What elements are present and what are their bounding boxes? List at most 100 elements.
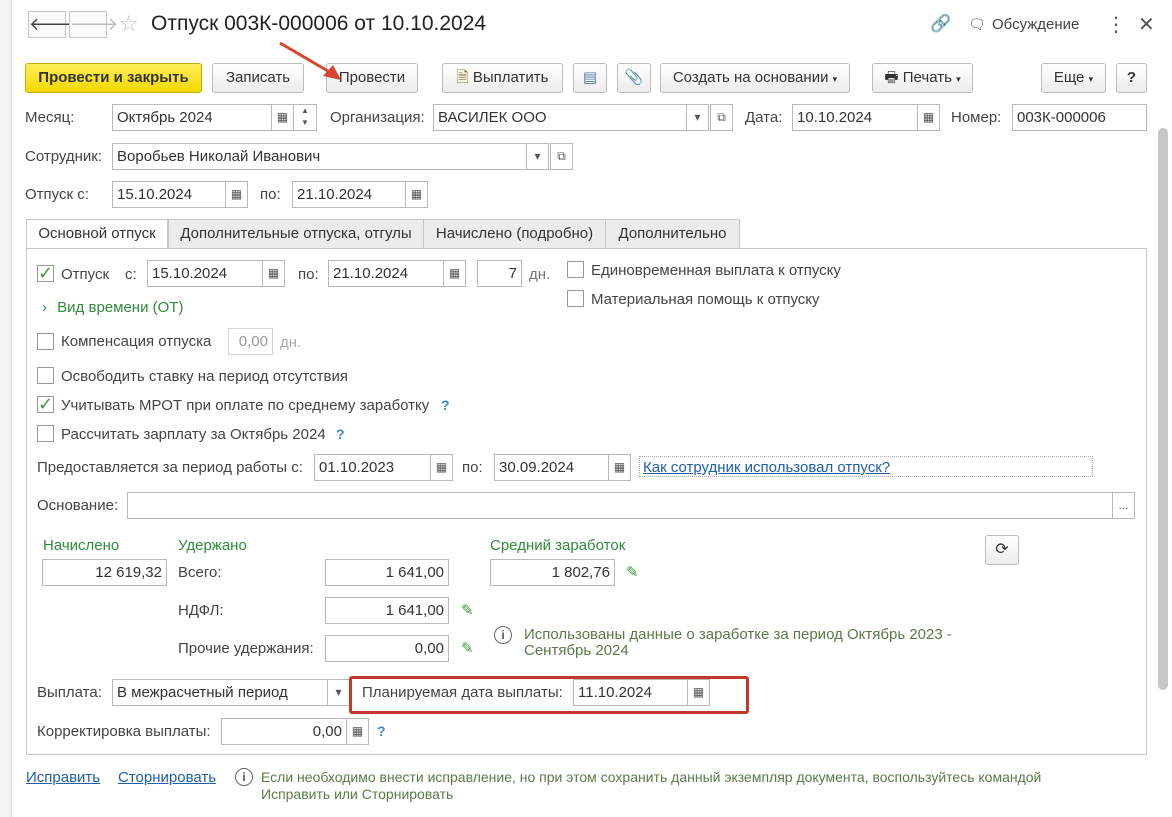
post-and-close-button[interactable]: Провести и закрыть [25, 63, 202, 93]
month-field[interactable]: Октябрь 2024 [112, 104, 272, 131]
calendar-icon[interactable]: ▦ [917, 104, 940, 131]
open-form-icon[interactable]: ⧉ [550, 143, 573, 170]
calendar-icon[interactable]: ▦ [687, 679, 710, 706]
close-icon[interactable]: ✕ [1138, 12, 1155, 37]
average-earnings-field[interactable]: 1 802,76 [490, 559, 615, 586]
edit-pencil-icon[interactable]: ✎ [626, 563, 639, 581]
fix-link[interactable]: Исправить [26, 769, 100, 786]
work-period-to-field[interactable]: 30.09.2024 [494, 454, 609, 481]
basis-field[interactable] [127, 492, 1113, 519]
lump-sum-checkbox[interactable] [567, 261, 584, 278]
vacation-usage-link[interactable]: Как сотрудник использовал отпуск? [643, 459, 890, 476]
work-period-from-field[interactable]: 01.10.2023 [314, 454, 431, 481]
favorite-star-icon[interactable]: ☆ [119, 11, 139, 37]
other-withholdings-label: Прочие удержания: [178, 640, 314, 657]
vacation-checkbox[interactable]: ✓ [37, 264, 54, 282]
basis-label: Основание: [37, 497, 119, 514]
info-icon: i [494, 626, 512, 644]
more-vertical-icon[interactable]: ⋮ [1106, 12, 1126, 37]
background-window-strip [0, 0, 12, 817]
time-type-expander[interactable]: › Вид времени (ОТ) [42, 299, 183, 316]
register-icon-button[interactable]: ▤ [573, 63, 607, 93]
dropdown-arrow-icon[interactable]: ▾ [686, 104, 709, 131]
calc-salary-checkbox[interactable] [37, 425, 54, 442]
planned-date-field[interactable]: 11.10.2024 [573, 679, 688, 706]
page-title: Отпуск 003К-000006 от 10.10.2024 [151, 12, 487, 35]
calendar-icon[interactable]: ▦ [608, 454, 631, 481]
employee-label: Сотрудник: [25, 148, 103, 165]
edit-pencil-icon[interactable]: ✎ [461, 639, 474, 657]
lump-sum-label: Единовременная выплата к отпуску [591, 262, 841, 279]
vacation-end-field[interactable]: 21.10.2024 [328, 260, 444, 287]
tab-accrued-detailed[interactable]: Начислено (подробно) [423, 219, 606, 249]
red-arrow-annotation [279, 41, 341, 80]
vacation-from-field[interactable]: 15.10.2024 [112, 181, 226, 208]
calculator-icon[interactable]: ▦ [346, 718, 369, 745]
help-button[interactable]: ? [1116, 63, 1147, 93]
create-based-on-button[interactable]: Создать на основании ▾ [660, 63, 850, 93]
vacation-to-field[interactable]: 21.10.2024 [292, 181, 406, 208]
withheld-header: Удержано [178, 537, 247, 554]
pay-label: Выплатить [472, 69, 549, 86]
edit-pencil-icon[interactable]: ✎ [461, 601, 474, 619]
number-label: Номер: [951, 109, 1002, 126]
number-field[interactable]: 003К-000006 [1012, 104, 1147, 131]
discussion-link[interactable]: Обсуждение [992, 16, 1079, 33]
calendar-icon[interactable]: ▦ [271, 104, 294, 131]
calendar-icon[interactable]: ▦ [405, 181, 428, 208]
attach-icon-button[interactable]: 📎 [617, 63, 651, 93]
compensation-days-field[interactable]: 0,00 [228, 328, 273, 355]
forward-arrow-icon: 🡒 [70, 14, 119, 34]
forward-button[interactable]: 🡒 [69, 11, 118, 38]
calendar-icon[interactable]: ▦ [262, 260, 285, 287]
back-button[interactable]: 🡐 [28, 11, 77, 38]
free-rate-checkbox[interactable] [37, 367, 54, 384]
mrot-checkbox[interactable]: ✓ [37, 395, 54, 413]
material-aid-checkbox[interactable] [567, 290, 584, 307]
pay-button[interactable]: 🗎 Выплатить [442, 63, 563, 93]
correction-label: Корректировка выплаты: [37, 723, 211, 740]
more-button[interactable]: Еще ▾ [1041, 63, 1106, 93]
compensation-checkbox[interactable] [37, 333, 54, 350]
footer-note-line1: Если необходимо внести исправление, но п… [261, 769, 1042, 785]
other-withholdings-field[interactable]: 0,00 [325, 635, 449, 662]
date-field[interactable]: 10.10.2024 [792, 104, 918, 131]
help-question-icon[interactable]: ? [377, 723, 386, 739]
help-question-icon[interactable]: ? [441, 397, 450, 413]
average-earnings-header: Средний заработок [490, 537, 626, 554]
dropdown-arrow-icon[interactable]: ▾ [526, 143, 549, 170]
help-question-icon[interactable]: ? [336, 426, 345, 442]
link-icon[interactable]: 🔗 [930, 14, 951, 34]
tab-main-vacation[interactable]: Основной отпуск [26, 219, 168, 249]
tab-additional-vacations[interactable]: Дополнительные отпуска, отгулы [168, 219, 424, 249]
tab-additional[interactable]: Дополнительно [605, 219, 740, 249]
total-withheld-field[interactable]: 1 641,00 [325, 559, 449, 586]
calendar-icon[interactable]: ▦ [443, 260, 466, 287]
reverse-link[interactable]: Сторнировать [118, 769, 216, 786]
spinner-button[interactable]: ▲ ▼ [293, 104, 317, 131]
employee-field[interactable]: Воробьев Николай Иванович [112, 143, 527, 170]
dropdown-arrow-icon[interactable]: ▾ [327, 679, 350, 706]
calendar-icon[interactable]: ▦ [225, 181, 248, 208]
refresh-button[interactable]: ⟳ [985, 535, 1019, 565]
organization-field[interactable]: ВАСИЛЕК ООО [433, 104, 687, 131]
free-rate-label: Освободить ставку на период отсутствия [61, 368, 348, 385]
vacation-from-label: Отпуск с: [25, 186, 89, 203]
open-form-icon[interactable]: ⧉ [710, 104, 733, 131]
discussion-icon[interactable]: 🗨 [968, 16, 986, 33]
print-button[interactable]: 🖶 Печать ▾ [872, 63, 973, 93]
basis-select-button[interactable]: ... [1112, 492, 1135, 519]
calendar-icon[interactable]: ▦ [430, 454, 453, 481]
days-unit-label: дн. [529, 266, 551, 283]
accrued-field[interactable]: 12 619,32 [42, 559, 167, 586]
vacation-days-field[interactable]: 7 [477, 260, 522, 287]
organization-label: Организация: [330, 109, 425, 126]
payment-type-field[interactable]: В межрасчетный период [112, 679, 328, 706]
footer-note-line2: Исправить или Сторнировать [261, 786, 454, 802]
vertical-scrollbar[interactable] [1158, 128, 1168, 690]
vacation-start-field[interactable]: 15.10.2024 [147, 260, 263, 287]
mrot-label: Учитывать МРОТ при оплате по среднему за… [61, 397, 430, 414]
date-label: Дата: [745, 109, 783, 126]
correction-field[interactable]: 0,00 [221, 718, 347, 745]
ndfl-field[interactable]: 1 641,00 [325, 597, 449, 624]
